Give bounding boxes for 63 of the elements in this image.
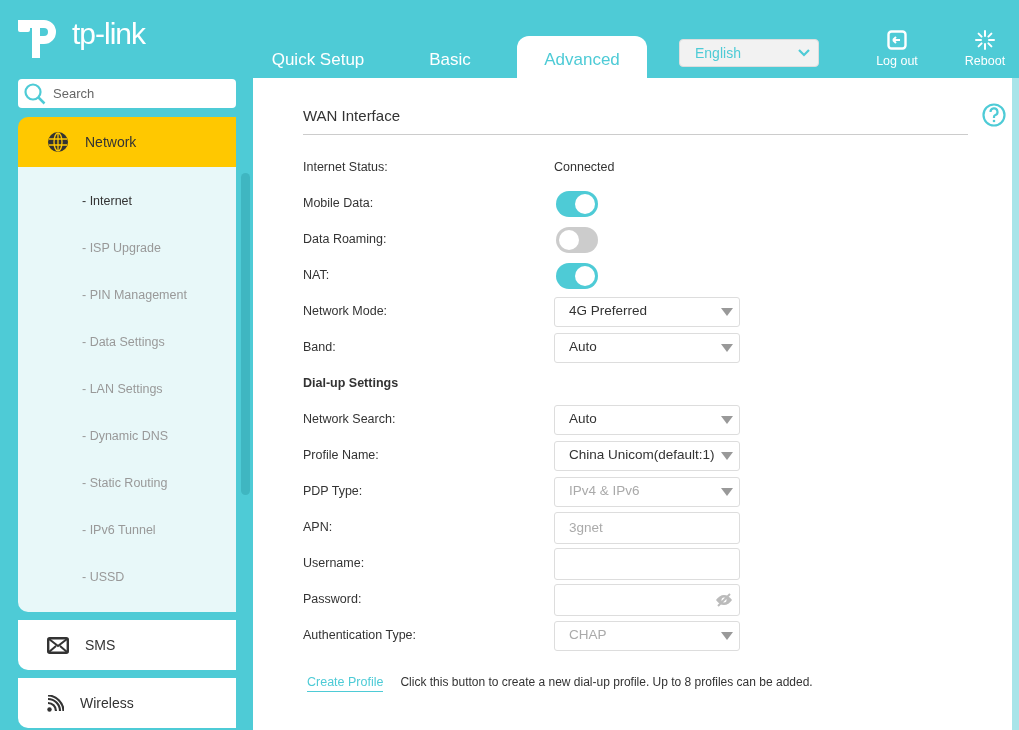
toggle-switch[interactable]: [556, 190, 598, 217]
submenu-item[interactable]: - IPv6 Tunnel: [18, 506, 236, 553]
caret-icon: [721, 343, 733, 352]
field-label: NAT:: [303, 267, 331, 285]
wifi-icon: [47, 694, 64, 712]
submenu-item[interactable]: - Internet: [18, 177, 236, 224]
nav-tab[interactable]: Quick Setup: [253, 36, 383, 78]
password-field[interactable]: [554, 583, 740, 616]
field-label: Internet Status:: [303, 159, 389, 177]
logout-button[interactable]: Log out: [867, 30, 927, 71]
toggle-switch[interactable]: [556, 262, 598, 289]
submenu-item[interactable]: - Data Settings: [18, 318, 236, 365]
mail-icon: [47, 636, 69, 654]
section-heading: Dial-up Settings: [303, 375, 399, 393]
toggle-switch[interactable]: [556, 226, 598, 253]
logout-icon: [887, 30, 907, 50]
field-label: Band:: [303, 339, 337, 357]
sidebar-item[interactable]: SMS: [18, 620, 236, 670]
sidebar-item[interactable]: Network: [18, 117, 236, 167]
nav-tab[interactable]: Advanced: [517, 36, 647, 78]
help-icon[interactable]: [982, 103, 1006, 127]
logo-text: tp-link: [72, 19, 146, 49]
select-field[interactable]: China Unicom(default:1): [554, 440, 740, 471]
input-field[interactable]: [554, 547, 740, 580]
caret-icon: [721, 631, 733, 640]
field-label: Username:: [303, 555, 366, 573]
sidebar-item[interactable]: Wireless: [18, 678, 236, 728]
loading-icon: [975, 30, 995, 50]
select-field[interactable]: Auto: [554, 404, 740, 435]
page-title: WAN Interface: [303, 105, 968, 135]
field-label: APN:: [303, 519, 334, 537]
caret-icon: [721, 415, 733, 424]
status-value: Connected: [554, 159, 615, 177]
search-field[interactable]: Search: [18, 79, 236, 108]
submenu-item[interactable]: - Dynamic DNS: [18, 412, 236, 459]
submenu-item[interactable]: - USSD: [18, 553, 236, 600]
caret-icon: [721, 487, 733, 496]
nav-tab[interactable]: Basic: [385, 36, 515, 78]
select-field[interactable]: 4G Preferred: [554, 296, 740, 327]
search-icon: [24, 83, 46, 105]
submenu-item[interactable]: - LAN Settings: [18, 365, 236, 412]
field-label: Network Search:: [303, 411, 397, 429]
scrollbar-track[interactable]: [1012, 78, 1019, 730]
field-label: Mobile Data:: [303, 195, 375, 213]
field-label: PDP Type:: [303, 483, 364, 501]
caret-icon: [721, 451, 733, 460]
help-text: Click this button to create a new dial-up profile. Up to 8 profiles can be added.: [400, 674, 813, 692]
caret-icon: [721, 307, 733, 316]
language-select[interactable]: English: [679, 39, 819, 67]
create-profile-link[interactable]: Create Profile: [307, 672, 384, 693]
submenu-item[interactable]: - Static Routing: [18, 459, 236, 506]
field-label: Profile Name:: [303, 447, 380, 465]
globe-icon: [47, 131, 69, 153]
submenu-item[interactable]: - PIN Management: [18, 271, 236, 318]
field-label: Data Roaming:: [303, 231, 388, 249]
field-label: Authentication Type:: [303, 627, 418, 645]
chevron-icon: [798, 49, 810, 57]
field-label: Network Mode:: [303, 303, 389, 321]
select-field[interactable]: Auto: [554, 332, 740, 363]
submenu-item[interactable]: - ISP Upgrade: [18, 224, 236, 271]
reboot-button[interactable]: Reboot: [955, 30, 1015, 71]
field-label: Password:: [303, 591, 363, 609]
hidden-eye-icon[interactable]: [715, 592, 733, 607]
